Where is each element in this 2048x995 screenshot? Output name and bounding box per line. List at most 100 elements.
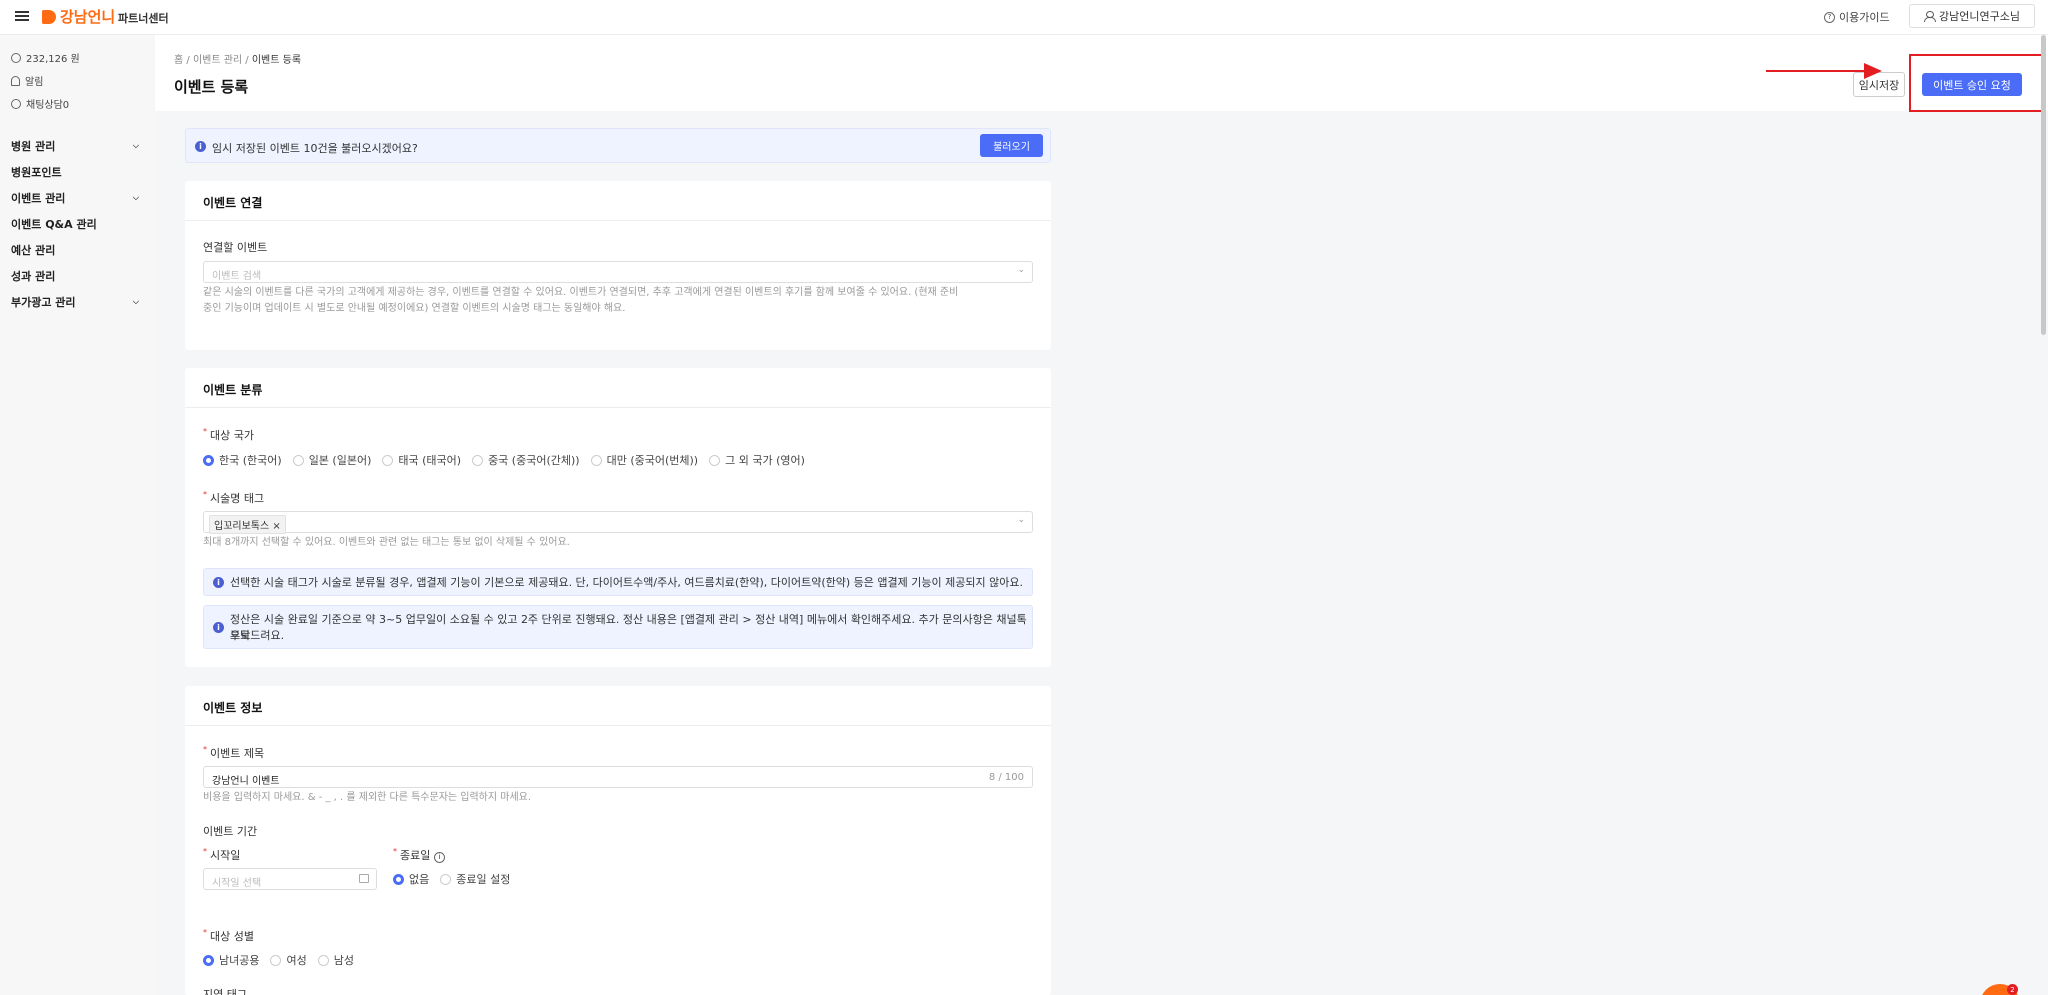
- sidebar-alarm[interactable]: 알림: [11, 73, 43, 88]
- coin-icon: [11, 52, 21, 63]
- sidebar-item-label: 예산 관리: [11, 244, 56, 257]
- sidebar-item-hospital-points[interactable]: 병원포인트: [11, 164, 139, 180]
- end-date-label: * 종료일 i: [393, 847, 445, 863]
- country-label: * 대상 국가: [203, 427, 254, 442]
- country-option-japan[interactable]: 일본 (일본어): [292, 452, 372, 468]
- radio-label: 없음: [409, 873, 430, 886]
- radio-label: 일본 (일본어): [308, 454, 372, 467]
- gender-radio-group: 남녀공용 여성 남성: [203, 952, 354, 968]
- breadcrumb-parent[interactable]: 이벤트 관리: [193, 55, 242, 66]
- info-icon: i: [213, 622, 224, 633]
- breadcrumb-home[interactable]: 홈: [174, 55, 183, 66]
- event-title-label-text: 이벤트 제목: [210, 747, 265, 760]
- start-date-placeholder: 시작일 선택: [212, 878, 262, 889]
- link-help-line-2: 중인 기능이며 업데이트 시 별도로 안내될 예정이에요) 연결할 이벤트의 시…: [203, 303, 626, 314]
- country-option-thailand[interactable]: 태국 (태국어): [382, 452, 461, 468]
- user-name: 강남언니연구소님: [1939, 10, 2020, 23]
- guide-link[interactable]: ? 이용가이드: [1824, 9, 1890, 25]
- period-label: 이벤트 기간: [203, 825, 258, 838]
- procedure-tag-chip[interactable]: 입꼬리보톡스 ×: [209, 515, 286, 534]
- radio-icon: [270, 954, 282, 966]
- user-button[interactable]: 강남언니연구소님: [1909, 4, 2035, 28]
- radio-icon: [382, 454, 394, 466]
- partner-center-label: 파트너센터: [118, 12, 169, 25]
- gender-option-male[interactable]: 남성: [317, 952, 354, 968]
- event-title-input[interactable]: 강남언니 이벤트 8 / 100: [203, 766, 1033, 788]
- section-title: 이벤트 정보: [185, 686, 1051, 726]
- logo-text: 강남언니: [60, 8, 116, 26]
- end-option-none[interactable]: 없음: [393, 871, 429, 887]
- sidebar-item-performance[interactable]: 성과 관리: [11, 268, 139, 284]
- info-icon: i: [195, 141, 206, 152]
- chevron-down-icon: ⌄: [1017, 515, 1025, 525]
- event-info-card: 이벤트 정보 * 이벤트 제목 강남언니 이벤트 8 / 100 비용을 입력하지…: [185, 686, 1051, 995]
- chevron-down-icon: ⌄: [1017, 265, 1025, 275]
- link-help-line-1: 같은 시술의 이벤트를 다른 국가의 고객에게 제공하는 경우, 이벤트를 연결…: [203, 287, 959, 298]
- gender-label-text: 대상 성별: [210, 930, 254, 943]
- event-link-card: 이벤트 연결 연결할 이벤트 이벤트 검색 ⌄ 같은 시술의 이벤트를 다른 국…: [185, 181, 1051, 350]
- radio-icon: [472, 454, 484, 466]
- radio-label: 중국 (중국어(간체)): [488, 454, 580, 467]
- top-bar: 강남언니 파트너센터 ? 이용가이드 강남언니연구소님: [0, 0, 2048, 35]
- settlement-info-box: i 정산은 시술 완료일 기준으로 약 3~5 업무일이 소요될 수 있고 2주…: [203, 605, 1033, 649]
- radio-label: 한국 (한국어): [219, 454, 282, 467]
- sidebar-item-hospital[interactable]: 병원 관리 ⌵: [11, 138, 139, 154]
- sidebar-item-label: 부가광고 관리: [11, 296, 76, 309]
- country-radio-group: 한국 (한국어) 일본 (일본어) 태국 (태국어) 중국 (중국어(간체)) …: [203, 452, 805, 468]
- info-circle-icon[interactable]: i: [433, 852, 445, 863]
- red-arrow-icon: [1864, 63, 1882, 79]
- country-option-korea[interactable]: 한국 (한국어): [203, 452, 282, 468]
- guide-label: 이용가이드: [1839, 11, 1890, 24]
- event-search-placeholder: 이벤트 검색: [212, 271, 262, 282]
- sidebar-item-label: 이벤트 Q&A 관리: [11, 218, 97, 231]
- sidebar-points[interactable]: 232,126 원: [11, 50, 80, 65]
- sidebar-item-label: 병원 관리: [11, 140, 56, 153]
- start-date-input[interactable]: 시작일 선택: [203, 868, 377, 890]
- settlement-info-line-1: 정산은 시술 완료일 기준으로 약 3~5 업무일이 소요될 수 있고 2주 단…: [230, 613, 1027, 642]
- sidebar-item-ads[interactable]: 부가광고 관리 ⌵: [11, 294, 139, 310]
- radio-label: 남성: [333, 954, 354, 967]
- radio-checked-icon: [203, 954, 214, 966]
- link-event-label: 연결할 이벤트: [203, 241, 268, 254]
- country-option-china[interactable]: 중국 (중국어(간체)): [472, 452, 580, 468]
- breadcrumb: 홈 / 이벤트 관리 / 이벤트 등록: [174, 55, 302, 66]
- event-title-label: * 이벤트 제목: [203, 745, 265, 760]
- chevron-down-icon: ⌵: [132, 297, 139, 306]
- user-icon: [1924, 11, 1937, 22]
- region-tag-label: 지역 태그: [203, 988, 247, 995]
- calendar-icon: [359, 874, 369, 883]
- chevron-down-icon: ⌵: [132, 193, 139, 202]
- payment-info-box: i 선택한 시술 태그가 시술로 분류될 경우, 앱결제 기능이 기본으로 제공…: [203, 568, 1033, 596]
- bell-icon: [11, 75, 20, 86]
- page-header: [155, 35, 2048, 111]
- sidebar-chat[interactable]: 채팅상담0: [11, 96, 69, 111]
- country-option-other[interactable]: 그 외 국가 (영어): [709, 452, 805, 468]
- sidebar-item-event[interactable]: 이벤트 관리 ⌵: [11, 190, 139, 206]
- payment-info-text: 선택한 시술 태그가 시술로 분류될 경우, 앱결제 기능이 기본으로 제공돼요…: [230, 576, 1023, 589]
- scrollbar[interactable]: [2041, 35, 2046, 335]
- procedure-tag-select[interactable]: 입꼬리보톡스 × ⌄: [203, 511, 1033, 534]
- info-icon: i: [213, 577, 224, 588]
- settlement-info-line-2: 부탁드려요.: [230, 629, 285, 642]
- sidebar-item-label: 성과 관리: [11, 270, 56, 283]
- sidebar-item-label: 이벤트 관리: [11, 192, 66, 205]
- sidebar-item-event-qa[interactable]: 이벤트 Q&A 관리: [11, 216, 139, 232]
- help-icon: ?: [1824, 11, 1835, 23]
- load-button[interactable]: 불러오기: [980, 134, 1043, 157]
- chat-label: 채팅상담0: [26, 100, 70, 111]
- radio-label: 남녀공용: [219, 954, 260, 967]
- sidebar: 232,126 원 알림 채팅상담0 병원 관리 ⌵ 병원포인트 이벤트 관리 ⌵ …: [0, 35, 155, 995]
- event-title-help: 비용을 입력하지 마세요. & - _ , . 를 제외한 다른 특수문자는 입…: [203, 792, 532, 803]
- end-option-set[interactable]: 종료일 설정: [440, 871, 510, 887]
- radio-label: 대만 (중국어(번체)): [606, 454, 699, 467]
- country-option-taiwan[interactable]: 대만 (중국어(번체)): [590, 452, 699, 468]
- radio-label: 태국 (태국어): [398, 454, 462, 467]
- radio-checked-icon: [393, 873, 404, 885]
- gender-option-female[interactable]: 여성: [270, 952, 307, 968]
- gender-option-unisex[interactable]: 남녀공용: [203, 952, 259, 968]
- tag-label-text: 시술명 태그: [210, 492, 265, 505]
- event-search-select[interactable]: 이벤트 검색 ⌄: [203, 261, 1033, 283]
- hamburger-menu-icon[interactable]: [15, 9, 29, 23]
- sidebar-item-budget[interactable]: 예산 관리: [11, 242, 139, 258]
- logo[interactable]: 강남언니: [42, 6, 115, 27]
